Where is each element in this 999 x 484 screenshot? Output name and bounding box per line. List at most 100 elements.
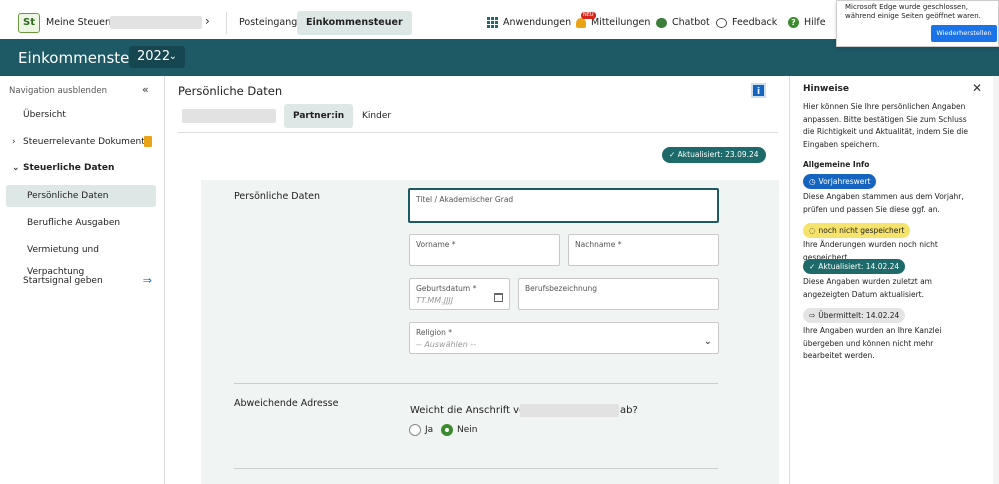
redacted-name <box>110 16 202 29</box>
sidebar-item-professional-expenses[interactable]: Berufliche Ausgaben <box>6 212 156 234</box>
feedback-label: Feedback <box>732 17 778 28</box>
sidebar-item-label: Steuerliche Daten <box>23 163 115 173</box>
bell-icon: NEU <box>576 11 596 28</box>
section-divider <box>234 383 718 384</box>
address-question: Weicht die Anschrift von <box>410 405 532 416</box>
chevron-right-icon: › <box>12 137 16 147</box>
updated-badge: ✓ Aktualisiert: 23.09.24 <box>662 147 766 163</box>
info-icon[interactable]: i <box>751 83 766 98</box>
field-label: Titel / Akademischer Grad <box>416 195 514 204</box>
badge-text: Vorjahreswert <box>818 177 871 186</box>
chevron-down-icon: ⌄ <box>703 336 712 347</box>
religion-select[interactable]: Religion * -- Auswählen -- ⌄ <box>409 322 719 354</box>
sidebar-item-label: Steuerrelevante Dokumente <box>23 137 151 147</box>
updated-info-badge: ✓ Aktualisiert: 14.02.24 <box>803 259 906 274</box>
feedback-button[interactable]: Feedback <box>716 17 777 28</box>
app-logo[interactable]: St <box>18 13 40 33</box>
firstname-field[interactable]: Vorname * <box>409 234 560 266</box>
help-button[interactable]: ? Hilfe <box>788 17 826 28</box>
updated-badge-text: Aktualisiert: 23.09.24 <box>677 150 759 159</box>
restore-button[interactable]: Wiederherstellen <box>931 25 997 42</box>
previous-value-text: Diese Angaben stammen aus dem Vorjahr, p… <box>803 192 964 214</box>
sidebar-item-label: Berufliche Ausgaben <box>27 218 121 228</box>
chat-bubble-icon <box>716 17 727 28</box>
hints-intro: Hier können Sie Ihre persönlichen Angabe… <box>803 102 968 149</box>
field-placeholder: TT.MM.JJJJ <box>416 296 454 305</box>
lastname-field[interactable]: Nachname * <box>568 234 719 266</box>
badge-text: noch nicht gespeichert <box>818 226 905 235</box>
address-question-suffix: ab? <box>620 405 638 416</box>
sidebar-item-start-signal[interactable]: Startsignal geben ⇒ <box>6 270 156 292</box>
tab-partner[interactable]: Partner:in <box>284 104 354 128</box>
document-icon <box>144 136 152 147</box>
chatbot-button[interactable]: Chatbot <box>656 17 710 28</box>
radio-no[interactable]: Nein <box>441 424 477 436</box>
radio-yes[interactable]: Ja <box>409 424 433 436</box>
main-content: Persönliche Daten i Partner:in Kinder ✓ … <box>166 76 788 484</box>
apps-label: Anwendungen <box>503 17 572 28</box>
sidebar-item-overview[interactable]: Übersicht <box>6 104 156 126</box>
browser-notification: Microsoft Edge wurde geschlossen, währen… <box>836 0 999 47</box>
divider <box>226 12 227 34</box>
general-info-heading: Allgemeine Info <box>803 160 870 169</box>
arrow-right-icon: ⇒ <box>142 274 152 287</box>
sidebar-item-label: Übersicht <box>23 110 66 120</box>
transmitted-text: Ihre Angaben wurden an Ihre Kanzlei über… <box>803 326 942 360</box>
new-badge: NEU <box>581 11 596 19</box>
select-value: -- Auswählen -- <box>416 340 477 349</box>
field-label: Vorname * <box>416 240 456 249</box>
radio-circle-selected[interactable] <box>441 424 453 436</box>
tab-children[interactable]: Kinder <box>353 104 400 128</box>
page-scrollbar[interactable] <box>993 76 999 484</box>
hide-navigation-link[interactable]: Navigation ausblenden <box>9 86 107 96</box>
section-title-personal: Persönliche Daten <box>234 191 321 202</box>
apps-button[interactable]: Anwendungen <box>487 17 571 28</box>
sidebar-item-documents[interactable]: › Steuerrelevante Dokumente <box>6 131 156 153</box>
radio-circle[interactable] <box>409 424 421 436</box>
field-label: Berufsbezeichnung <box>525 284 598 293</box>
messages-button[interactable]: NEU Mitteilungen <box>576 11 650 28</box>
field-label: Religion * <box>416 328 452 337</box>
tab-divider <box>178 132 778 133</box>
hints-panel: Hinweise ✕ Hier können Sie Ihre persönli… <box>789 76 999 484</box>
badge-text: Übermittelt: 14.02.24 <box>818 311 900 320</box>
chevron-right-icon[interactable]: › <box>205 14 210 28</box>
year-value: 2022 <box>137 49 171 64</box>
chatbot-icon <box>656 17 667 28</box>
badge-text: Aktualisiert: 14.02.24 <box>818 262 900 271</box>
radio-label: Nein <box>457 425 478 435</box>
field-label: Nachname * <box>575 240 622 249</box>
previous-value-badge: ◷ Vorjahreswert <box>803 174 877 189</box>
chatbot-label: Chatbot <box>672 17 710 28</box>
transmitted-badge: ⇨ Übermittelt: 14.02.24 <box>803 308 906 323</box>
notification-text: Microsoft Edge wurde geschlossen, währen… <box>845 3 981 20</box>
field-label: Geburtsdatum * <box>416 284 477 293</box>
birthdate-field[interactable]: Geburtsdatum * TT.MM.JJJJ <box>409 278 510 310</box>
chevron-down-icon: ⌄ <box>12 163 20 173</box>
help-icon: ? <box>788 17 799 28</box>
updated-info-text: Diese Angaben wurden zuletzt am angezeig… <box>803 277 932 299</box>
sidebar-item-personal-data[interactable]: Persönliche Daten <box>6 185 156 207</box>
radio-label: Ja <box>425 425 434 435</box>
close-icon[interactable]: ✕ <box>972 81 982 95</box>
brand-label[interactable]: Meine Steuern <box>46 17 115 28</box>
help-label: Hilfe <box>804 17 826 28</box>
profession-field[interactable]: Berufsbezeichnung <box>518 278 719 310</box>
sidebar-item-tax-data[interactable]: ⌄ Steuerliche Daten <box>6 157 156 179</box>
tab-redacted[interactable] <box>182 109 276 123</box>
not-saved-badge: ◌ noch nicht gespeichert <box>803 223 911 238</box>
grid-icon <box>487 17 498 28</box>
sidebar-item-label: Startsignal geben <box>23 276 103 286</box>
collapse-icon[interactable]: « <box>142 83 149 96</box>
calendar-icon[interactable] <box>494 293 503 302</box>
title-field[interactable]: Titel / Akademischer Grad <box>408 188 719 223</box>
section-divider <box>234 468 718 469</box>
nav-posteingang[interactable]: Posteingang <box>230 11 306 35</box>
sidebar: Navigation ausblenden « Übersicht › Steu… <box>0 76 165 484</box>
hints-title: Hinweise <box>803 84 849 94</box>
year-select[interactable]: 2022 ⌄ <box>129 46 185 68</box>
sidebar-item-label: Persönliche Daten <box>27 191 109 201</box>
nav-einkommensteuer[interactable]: Einkommensteuer <box>297 11 412 35</box>
sidebar-item-rental[interactable]: Vermietung und Verpachtung <box>6 239 156 277</box>
chevron-down-icon: ⌄ <box>168 51 177 62</box>
